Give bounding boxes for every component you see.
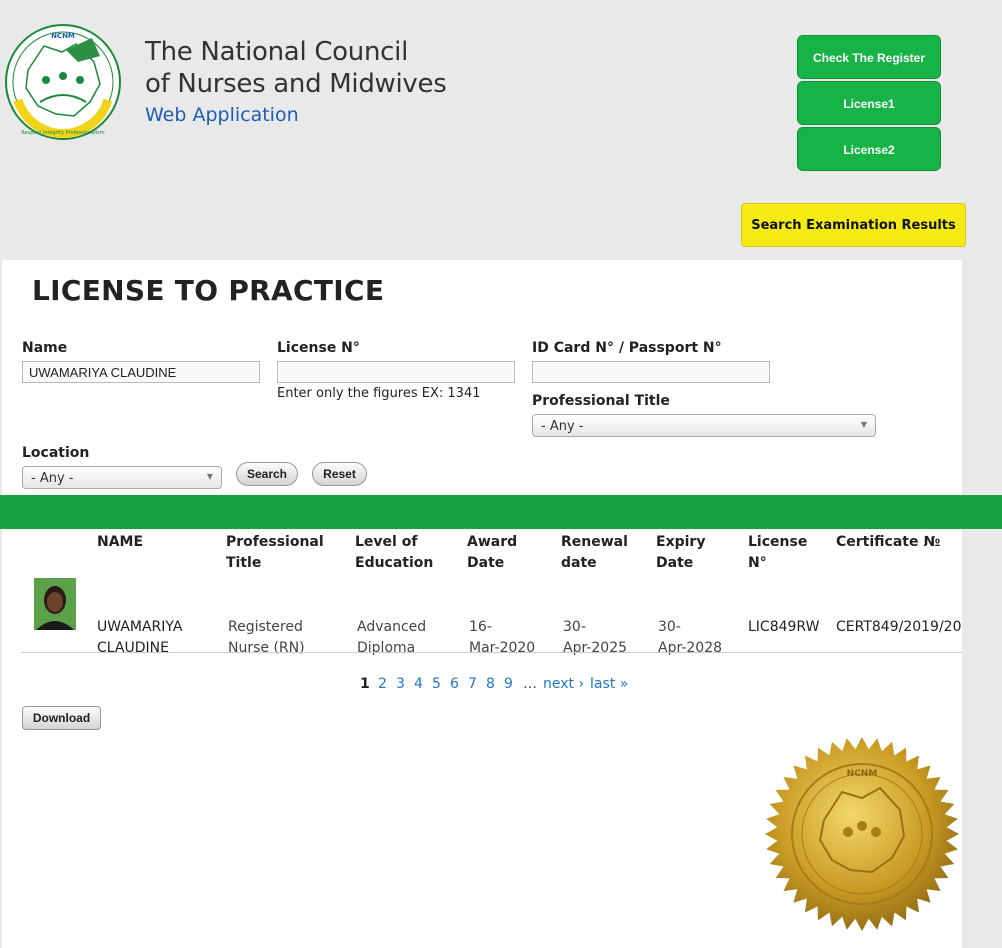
gold-seal: NCNM xyxy=(765,737,959,931)
location-label: Location xyxy=(22,445,90,461)
license-no-label: License N° xyxy=(277,340,360,356)
col-header-level-of-education: Level of Education xyxy=(355,534,434,571)
pager-page-3[interactable]: 3 xyxy=(396,676,405,692)
main-panel: LICENSE TO PRACTICE Name License N° Ente… xyxy=(2,260,962,948)
site-title-line2: of Nurses and Midwives xyxy=(145,69,447,99)
search-button[interactable]: Search xyxy=(236,462,298,486)
license-no-input[interactable] xyxy=(277,361,515,383)
license2-button[interactable]: License2 xyxy=(797,127,941,171)
id-card-input[interactable] xyxy=(532,361,770,383)
location-select[interactable]: - Any - ▼ xyxy=(22,466,222,489)
license-no-help: Enter only the figures EX: 1341 xyxy=(277,386,481,401)
cell-certificate-no: CERT849/2019/20 xyxy=(836,619,962,635)
col-header-name: NAME xyxy=(97,534,144,550)
professional-title-value: - Any - xyxy=(541,419,584,434)
download-button[interactable]: Download xyxy=(22,706,101,730)
pager-page-2[interactable]: 2 xyxy=(378,676,387,692)
pager-page-5[interactable]: 5 xyxy=(432,676,441,692)
site-title: The National Council of Nurses and Midwi… xyxy=(145,36,447,126)
col-header-expiry-date: Expiry Date xyxy=(656,534,706,571)
chevron-down-icon: ▼ xyxy=(206,472,213,481)
pager-page-6[interactable]: 6 xyxy=(450,676,459,692)
col-header-award-date: Award Date xyxy=(467,534,518,571)
logo-text: NCNM xyxy=(51,32,75,40)
pager-page-4[interactable]: 4 xyxy=(414,676,423,692)
name-label: Name xyxy=(22,340,68,356)
reset-button[interactable]: Reset xyxy=(312,462,367,486)
professional-title-label: Professional Title xyxy=(532,393,670,409)
row-divider xyxy=(22,652,962,653)
seal-text: NCNM xyxy=(847,769,878,779)
pager-current: 1 xyxy=(360,676,370,692)
check-register-button[interactable]: Check The Register xyxy=(797,35,941,79)
col-header-certificate-no: Certificate № xyxy=(836,534,941,550)
logo-motto: Respect Integrity Professionalism xyxy=(21,130,104,136)
pager-ellipsis: … xyxy=(523,676,537,692)
ncnm-logo: NCNM Respect Integrity Professionalism xyxy=(5,24,121,140)
page-title: LICENSE TO PRACTICE xyxy=(32,274,385,307)
license1-button[interactable]: License1 xyxy=(797,81,941,125)
professional-title-select[interactable]: - Any - ▼ xyxy=(532,414,876,437)
col-header-renewal-date: Renewal date xyxy=(561,534,628,571)
pager-next[interactable]: next › xyxy=(543,676,584,692)
site-subtitle: Web Application xyxy=(145,104,299,126)
col-header-professional-title: Professional Title xyxy=(226,534,324,571)
chevron-down-icon: ▼ xyxy=(860,420,867,429)
green-band xyxy=(0,495,1002,529)
pager-page-8[interactable]: 8 xyxy=(486,676,495,692)
site-title-line1: The National Council xyxy=(145,37,408,67)
id-card-label: ID Card N° / Passport N° xyxy=(532,340,722,356)
pager-page-7[interactable]: 7 xyxy=(468,676,477,692)
col-header-license-no: License N° xyxy=(748,534,808,571)
pager-page-9[interactable]: 9 xyxy=(504,676,513,692)
location-value: - Any - xyxy=(31,471,74,486)
name-input[interactable] xyxy=(22,361,260,383)
pager-last[interactable]: last » xyxy=(590,676,628,692)
cell-license-no: LIC849RW xyxy=(748,619,820,635)
search-exam-results-button[interactable]: Search Examination Results xyxy=(741,203,966,247)
nurse-photo xyxy=(34,578,76,630)
